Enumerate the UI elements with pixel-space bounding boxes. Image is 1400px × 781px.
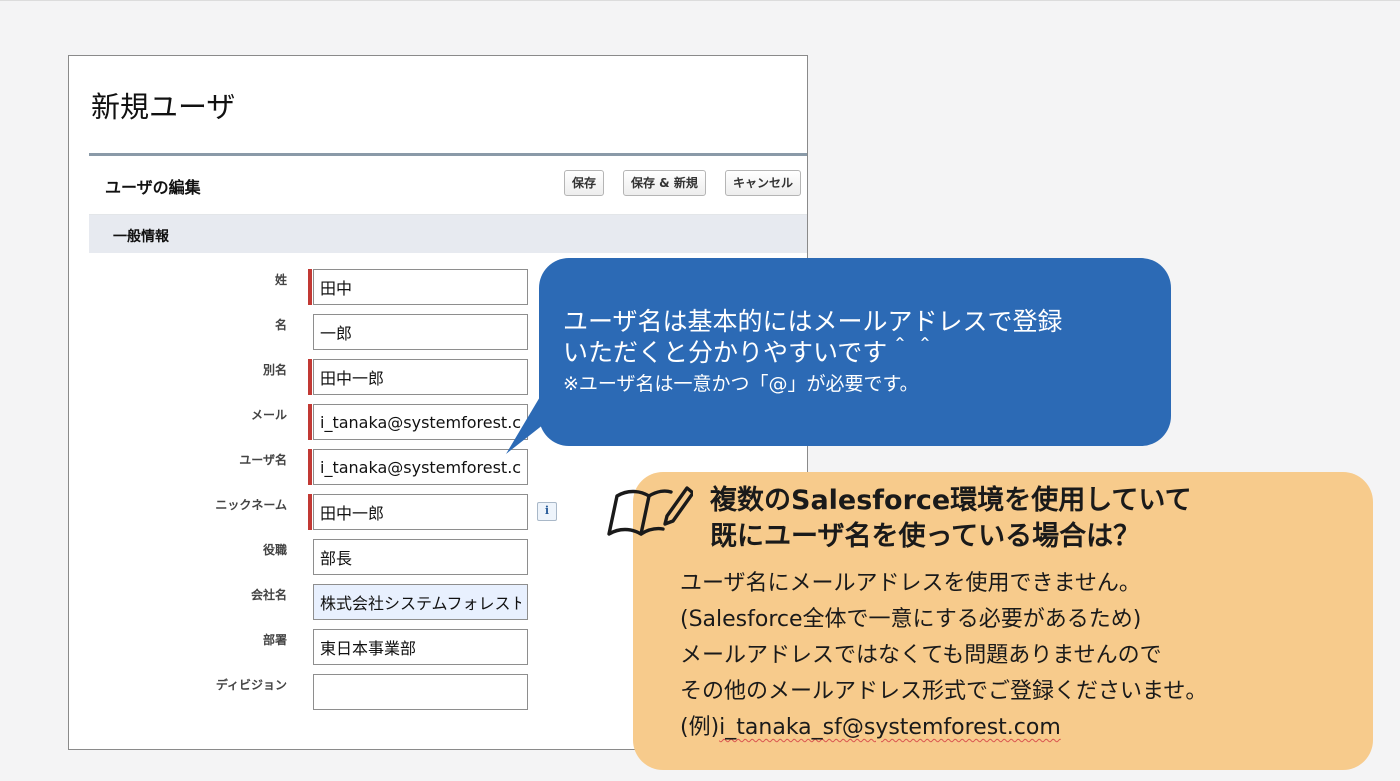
example-prefix: (例) [680,715,720,740]
book-pen-icon [607,486,693,536]
save-and-new-button[interactable]: 保存 & 新規 [623,170,706,196]
callout-orange-body-line: (Salesforce全体で一意にする必要があるため) [680,607,1142,632]
company-label: 会社名 [250,588,287,602]
callout-orange-body: ユーザ名にメールアドレスを使用できません。 (Salesforce全体で一意にす… [680,566,1207,746]
info-icon[interactable]: i [537,502,557,521]
email-label: メール [250,408,287,422]
first-name-label: 名 [274,318,287,332]
last-name-input[interactable] [313,269,528,305]
department-input[interactable] [313,629,528,665]
callout-orange-body-line: メールアドレスではなくても問題ありませんので [680,643,1162,668]
required-indicator [308,494,312,530]
required-indicator [308,269,312,305]
save-button[interactable]: 保存 [564,170,605,196]
department-label: 部署 [262,633,287,647]
example-username: i_tanaka_sf@systemforest.com [719,715,1061,740]
top-rule [0,0,1400,1]
title-input[interactable] [313,539,528,575]
callout-orange-heading: 複数のSalesforce環境を使用していて 既にユーザ名を使っている場合は？ [710,483,1192,555]
company-input[interactable] [313,584,528,620]
page-title: 新規ユーザ [91,90,236,124]
callout-blue-note: ※ユーザ名は一意かつ「@」が必要です。 [563,373,919,395]
required-indicator [308,359,312,395]
alias-label: 別名 [262,363,287,377]
first-name-input[interactable] [313,314,528,350]
nickname-label: ニックネーム [215,498,287,512]
division-input[interactable] [313,674,528,710]
user-edit-header: ユーザの編集 保存 保存 & 新規 キャンセル [89,156,807,215]
callout-orange-example: (例)i_tanaka_sf@systemforest.com [680,710,1207,746]
nickname-input[interactable] [313,494,528,530]
last-name-label: 姓 [274,273,287,287]
callout-blue: ユーザ名は基本的にはメールアドレスで登録 いただくと分かりやすいです＾＾ ※ユー… [539,258,1171,446]
username-label: ユーザ名 [239,453,287,467]
required-indicator [308,449,312,485]
callout-blue-line2: いただくと分かりやすいです＾＾ [563,338,938,367]
callout-orange-heading-line2: 既にユーザ名を使っている場合は？ [710,521,1141,552]
division-label: ディビジョン [215,678,287,692]
title-label: 役職 [262,543,287,557]
callout-orange-body-line: ユーザ名にメールアドレスを使用できません。 [680,571,1141,596]
callout-blue-line1: ユーザ名は基本的にはメールアドレスで登録 [563,307,1063,336]
cancel-button[interactable]: キャンセル [725,170,802,196]
required-indicator [308,404,312,440]
general-info-section-header: 一般情報 [89,215,807,253]
callout-orange-body-line: その他のメールアドレス形式でご登録くださいませ。 [680,679,1208,704]
user-edit-title: ユーザの編集 [105,178,201,197]
callout-orange-heading-line1: 複数のSalesforce環境を使用していて [710,485,1192,516]
general-info-section-title: 一般情報 [113,229,169,245]
